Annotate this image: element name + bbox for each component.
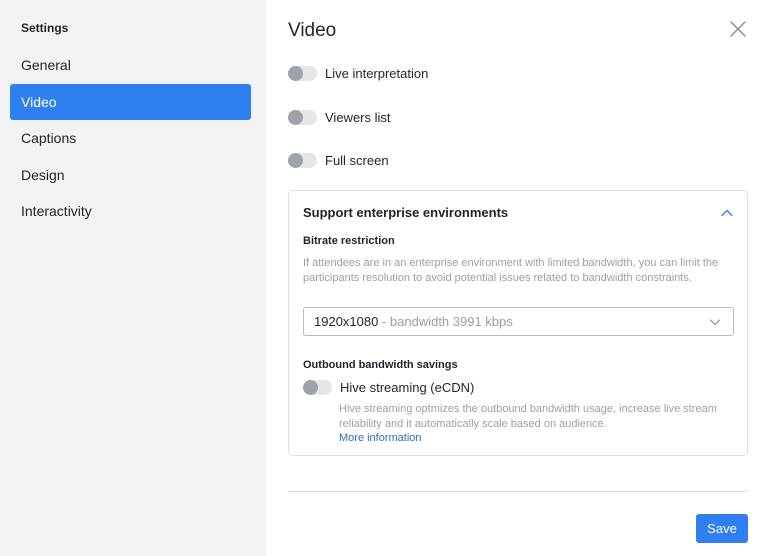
toggle-knob	[288, 152, 303, 168]
sidebar-item-design[interactable]: Design	[10, 157, 251, 193]
page-title: Video	[288, 20, 337, 41]
chevron-up-icon[interactable]	[720, 206, 734, 220]
divider	[288, 491, 748, 492]
toggle-knob	[288, 65, 303, 81]
sidebar-item-general[interactable]: General	[10, 47, 251, 83]
select-value: 1920x1080	[314, 314, 379, 329]
hive-streaming-toggle[interactable]	[303, 379, 332, 395]
outbound-label: Outbound bandwidth savings	[303, 359, 458, 371]
save-button[interactable]: Save	[696, 514, 748, 543]
toggle-label: Hive streaming (eCDN)	[340, 379, 475, 395]
toggle-knob	[288, 109, 303, 125]
chevron-down-icon	[709, 319, 721, 326]
close-icon	[730, 21, 746, 37]
toggle-label: Full screen	[325, 152, 389, 168]
bitrate-select[interactable]: 1920x1080 - bandwidth 3991 kbps	[303, 307, 734, 336]
toggle-row-full-screen: Full screen	[288, 150, 389, 170]
toggle-row-viewers-list: Viewers list	[288, 107, 391, 127]
main-content: Video Live interpretation Viewers list F…	[266, 0, 764, 556]
hive-help-text: Hive streaming optmizes the outbound ban…	[339, 403, 717, 430]
toggle-label: Viewers list	[325, 109, 391, 125]
more-information-link[interactable]: More information	[339, 432, 422, 444]
enterprise-panel: Support enterprise environments Bitrate …	[288, 190, 748, 456]
sidebar-item-video[interactable]: Video	[10, 84, 251, 120]
live-interpretation-toggle[interactable]	[288, 65, 317, 81]
panel-title[interactable]: Support enterprise environments	[303, 205, 508, 220]
bitrate-label: Bitrate restriction	[303, 235, 395, 247]
toggle-knob	[303, 379, 318, 395]
select-sub-value: - bandwidth 3991 kbps	[378, 314, 513, 329]
sidebar: Settings General Video Captions Design I…	[0, 0, 266, 556]
bitrate-help-text: If attendees are in an enterprise enviro…	[303, 257, 719, 284]
viewers-list-toggle[interactable]	[288, 109, 317, 125]
toggle-row-hive-streaming: Hive streaming (eCDN)	[303, 377, 474, 397]
toggle-row-live-interpretation: Live interpretation	[288, 63, 428, 83]
sidebar-title: Settings	[21, 21, 69, 35]
close-button[interactable]	[728, 19, 748, 39]
sidebar-item-captions[interactable]: Captions	[10, 120, 251, 156]
full-screen-toggle[interactable]	[288, 152, 317, 168]
sidebar-item-interactivity[interactable]: Interactivity	[10, 193, 251, 229]
toggle-label: Live interpretation	[325, 65, 429, 81]
